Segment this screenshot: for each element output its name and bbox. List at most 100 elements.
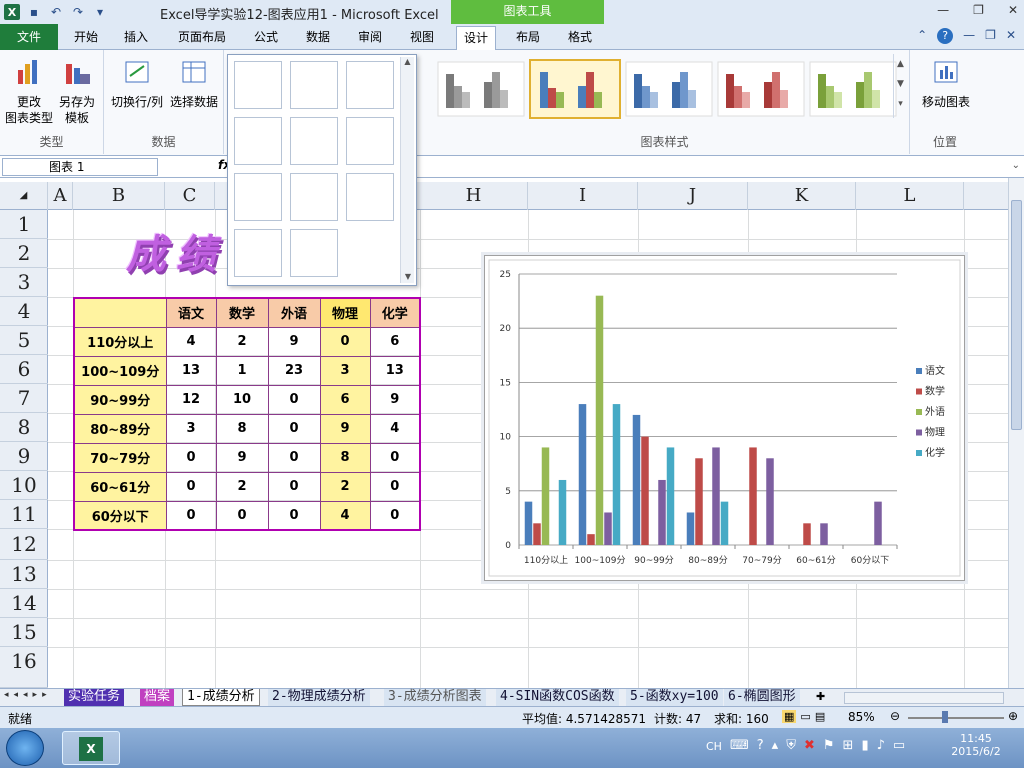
chart-layout-option[interactable] [234, 61, 282, 109]
table-cell[interactable]: 8 [215, 413, 269, 444]
zoom-slider[interactable] [908, 717, 1004, 719]
gallery-scrollbar[interactable]: ▲ ▼ [400, 57, 414, 283]
table-cell[interactable]: 2 [215, 326, 269, 357]
change-chart-type-button[interactable]: 更改 图表类型 [4, 58, 54, 126]
table-cell[interactable]: 0 [319, 326, 371, 357]
table-cell[interactable]: 13 [165, 355, 217, 386]
table-cell[interactable]: 0 [369, 442, 421, 473]
embedded-chart[interactable]: 0 5 10 15 20 25 110分以上 100~109分 90~99分 80~89分 70~7… [484, 255, 965, 581]
table-cell[interactable]: 3 [165, 413, 217, 444]
tab-data[interactable]: 数据 [298, 26, 338, 50]
table-header-cell[interactable]: 外语 [267, 297, 321, 328]
column-header-l[interactable]: L [856, 182, 964, 210]
column-header-k[interactable]: K [748, 182, 856, 210]
row-header-11[interactable]: 11 [0, 500, 48, 529]
row-header-15[interactable]: 15 [0, 618, 48, 647]
expand-formula-bar-icon[interactable]: ⌄ [1012, 160, 1020, 171]
tab-page-layout[interactable]: 页面布局 [170, 26, 234, 50]
table-cell[interactable]: 0 [165, 471, 217, 502]
help-icon[interactable]: ? [937, 28, 954, 44]
help-tray-icon[interactable]: ? [757, 738, 764, 753]
tab-formulas[interactable]: 公式 [246, 26, 286, 50]
sheet-nav-icons[interactable]: ◂◂◂▸▸ [4, 690, 52, 700]
flag-icon[interactable]: ⚑ [823, 738, 835, 753]
tab-design[interactable]: 设计 [456, 26, 496, 50]
minimize-icon[interactable]: — [937, 3, 949, 17]
table-cell[interactable]: 0 [165, 442, 217, 473]
table-cell[interactable]: 1 [215, 355, 269, 386]
row-header-14[interactable]: 14 [0, 589, 48, 618]
table-cell[interactable]: 3 [319, 355, 371, 386]
row-header-4[interactable]: 4 [0, 297, 48, 326]
excel-taskbar-button[interactable]: X [62, 731, 120, 765]
collapse-ribbon-icon[interactable]: ⌃ [917, 28, 927, 44]
shield-icon[interactable]: ⛨ [786, 738, 796, 753]
row-header-10[interactable]: 10 [0, 471, 48, 500]
sheet-tab[interactable]: 实验任务 [64, 689, 125, 706]
monitor-icon[interactable]: ▭ [893, 738, 905, 753]
horizontal-scrollbar[interactable] [844, 692, 1004, 704]
chart-layout-option[interactable] [290, 61, 338, 109]
tab-layout[interactable]: 布局 [508, 26, 548, 50]
column-header-i[interactable]: I [528, 182, 638, 210]
tab-format[interactable]: 格式 [560, 26, 600, 50]
table-corner-cell[interactable] [73, 297, 167, 328]
row-header-9[interactable]: 9 [0, 442, 48, 471]
table-cell[interactable]: 8 [319, 442, 371, 473]
close-icon[interactable]: ✕ [1008, 3, 1018, 17]
save-icon[interactable]: ▪ [26, 4, 42, 20]
doc-minimize-icon[interactable]: — [963, 28, 975, 44]
tab-file[interactable]: 文件 [0, 24, 58, 50]
vertical-scroll-thumb[interactable] [1011, 200, 1022, 430]
customize-qat-icon[interactable]: ▾ [92, 4, 108, 20]
table-cell[interactable]: 2 [319, 471, 371, 502]
row-header-1[interactable]: 1 [0, 210, 48, 239]
table-cell[interactable]: 0 [369, 500, 421, 531]
doc-restore-icon[interactable]: ❐ [985, 28, 996, 44]
redo-icon[interactable]: ↷ [70, 4, 86, 20]
row-header-13[interactable]: 13 [0, 560, 48, 589]
table-cell[interactable]: 0 [267, 384, 321, 415]
row-label-cell[interactable]: 90~99分 [73, 384, 167, 415]
row-header-3[interactable]: 3 [0, 268, 48, 297]
table-cell[interactable]: 0 [267, 442, 321, 473]
chart-layout-option[interactable] [346, 61, 394, 109]
name-box[interactable]: 图表 1 [2, 158, 158, 176]
zoom-slider-thumb[interactable] [942, 711, 948, 723]
column-header-a[interactable]: A [48, 182, 73, 210]
table-cell[interactable]: 9 [369, 384, 421, 415]
tab-home[interactable]: 开始 [66, 26, 106, 50]
zoom-out-icon[interactable]: ⊖ [890, 709, 900, 723]
switch-row-column-button[interactable]: 切换行/列 [108, 58, 166, 110]
sheet-tab[interactable]: 2-物理成绩分析 [268, 689, 370, 706]
scroll-up-icon[interactable]: ▲ [401, 57, 414, 66]
chart-layout-option[interactable] [290, 229, 338, 277]
table-header-cell[interactable]: 数学 [215, 297, 269, 328]
sheet-tab[interactable]: 档案 [140, 689, 175, 706]
row-label-cell[interactable]: 70~79分 [73, 442, 167, 473]
row-label-cell[interactable]: 80~89分 [73, 413, 167, 444]
sheet-tab[interactable]: 5-函数xy=100 [626, 689, 723, 706]
table-cell[interactable]: 0 [267, 500, 321, 531]
volume-icon[interactable]: ♪ [877, 738, 885, 753]
row-header-5[interactable]: 5 [0, 326, 48, 355]
row-header-6[interactable]: 6 [0, 355, 48, 384]
table-cell[interactable]: 4 [165, 326, 217, 357]
input-language[interactable]: CH [706, 740, 722, 753]
zoom-level[interactable]: 85% [848, 710, 875, 724]
row-header-12[interactable]: 12 [0, 529, 48, 560]
column-header-c[interactable]: C [165, 182, 215, 210]
chart-layout-option[interactable] [290, 173, 338, 221]
table-cell[interactable]: 6 [319, 384, 371, 415]
row-header-2[interactable]: 2 [0, 239, 48, 268]
table-cell[interactable]: 12 [165, 384, 217, 415]
chart-layout-option[interactable] [290, 117, 338, 165]
tab-insert[interactable]: 插入 [116, 26, 156, 50]
select-data-button[interactable]: 选择数据 [166, 58, 222, 110]
table-cell[interactable]: 4 [369, 413, 421, 444]
move-chart-button[interactable]: 移动图表 [916, 58, 976, 110]
table-cell[interactable]: 0 [215, 500, 269, 531]
chart-layout-option[interactable] [234, 117, 282, 165]
page-break-view-icon[interactable]: ▤ [815, 710, 825, 723]
network-icon[interactable]: ▮ [861, 738, 868, 753]
